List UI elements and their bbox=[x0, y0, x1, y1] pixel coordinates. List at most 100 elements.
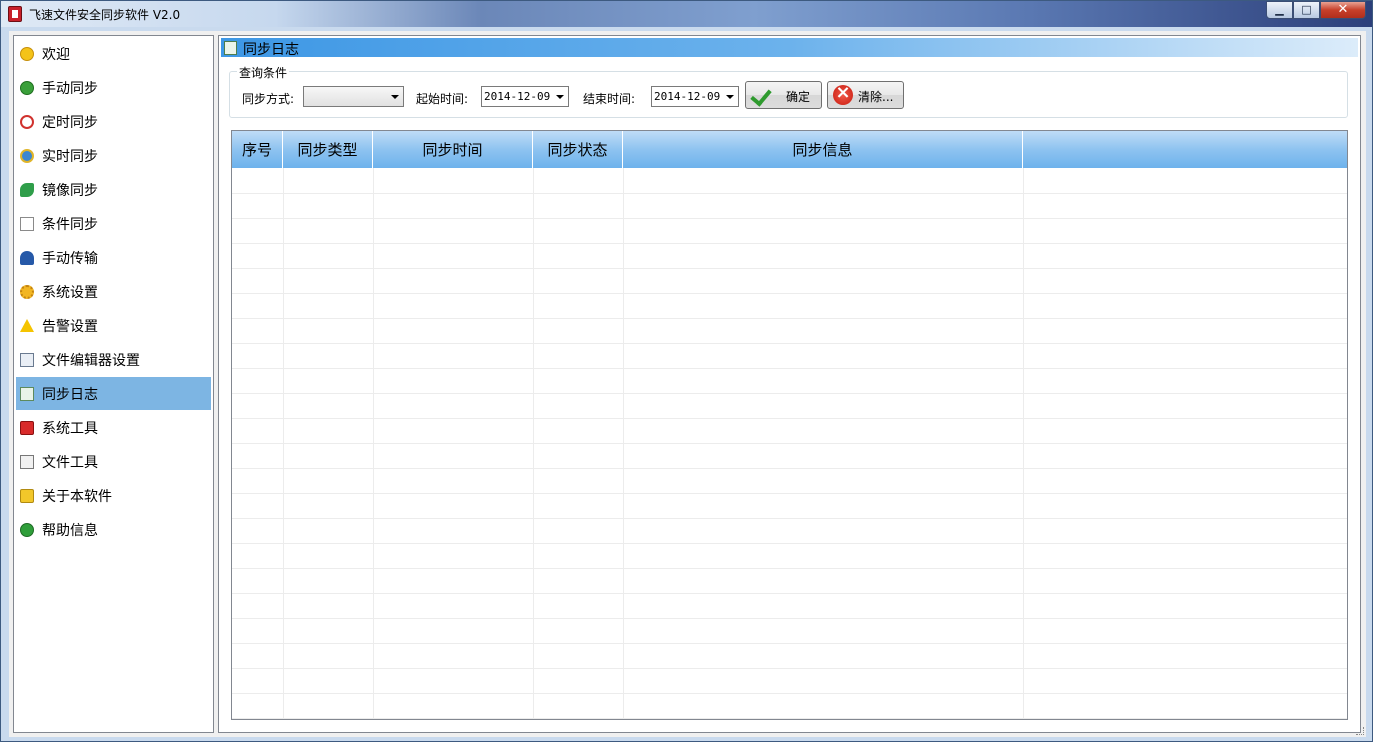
chevron-down-icon bbox=[556, 95, 564, 99]
sync-log-panel: 同步日志 查询条件 同步方式: 起始时间: 2014-12-09 结束时间: 2… bbox=[218, 35, 1361, 733]
maximize-icon: □ bbox=[1301, 3, 1312, 16]
sync-log-table[interactable]: 序号 同步类型 同步时间 同步状态 同步信息 bbox=[231, 130, 1348, 720]
table-row-line bbox=[232, 218, 1347, 219]
editor-icon bbox=[20, 352, 34, 367]
window-title: 飞速文件安全同步软件 V2.0 bbox=[29, 8, 181, 22]
table-row-line bbox=[232, 243, 1347, 244]
sidebar-item-system-settings[interactable]: 系统设置 bbox=[16, 275, 211, 308]
warning-icon bbox=[20, 319, 34, 332]
sidebar-item-label: 实时同步 bbox=[42, 148, 98, 165]
toolbox-icon bbox=[20, 420, 34, 435]
minimize-button[interactable]: ▁ bbox=[1266, 1, 1293, 19]
close-button[interactable]: ✕ bbox=[1320, 1, 1366, 19]
sidebar-item-label: 告警设置 bbox=[42, 318, 98, 335]
sidebar-item-manual-sync[interactable]: 手动同步 bbox=[16, 71, 211, 104]
sidebar-item-file-tools[interactable]: 文件工具 bbox=[16, 445, 211, 478]
maximize-button[interactable]: □ bbox=[1293, 1, 1320, 19]
sidebar-item-label: 帮助信息 bbox=[42, 522, 98, 539]
close-icon: ✕ bbox=[1337, 2, 1349, 17]
sidebar-item-scheduled-sync[interactable]: 定时同步 bbox=[16, 105, 211, 138]
column-header-time[interactable]: 同步时间 bbox=[373, 131, 533, 168]
sidebar-item-mirror-sync[interactable]: 镜像同步 bbox=[16, 173, 211, 206]
table-row-line bbox=[232, 518, 1347, 519]
sidebar-item-label: 系统设置 bbox=[42, 284, 98, 301]
table-row-line bbox=[232, 543, 1347, 544]
sidebar-item-label: 欢迎 bbox=[42, 46, 70, 63]
sidebar-item-manual-transfer[interactable]: 手动传输 bbox=[16, 241, 211, 274]
table-column-line bbox=[1023, 168, 1024, 719]
sidebar-item-label: 条件同步 bbox=[42, 216, 98, 233]
sidebar-item-label: 文件编辑器设置 bbox=[42, 352, 140, 369]
end-date-value: 2014-12-09 bbox=[654, 90, 721, 103]
table-column-line bbox=[283, 168, 284, 719]
sync-icon bbox=[20, 80, 34, 95]
sidebar-item-realtime-sync[interactable]: 实时同步 bbox=[16, 139, 211, 172]
confirm-button-label: 确定 bbox=[786, 90, 811, 104]
panel-title: 同步日志 bbox=[243, 42, 299, 58]
sidebar-item-welcome[interactable]: 欢迎 bbox=[16, 37, 211, 70]
start-date-picker[interactable]: 2014-12-09 bbox=[481, 86, 569, 107]
table-header: 序号 同步类型 同步时间 同步状态 同步信息 bbox=[232, 131, 1347, 168]
user-icon bbox=[20, 250, 34, 265]
sidebar-item-alarm-settings[interactable]: 告警设置 bbox=[16, 309, 211, 342]
sidebar-item-about[interactable]: 关于本软件 bbox=[16, 479, 211, 512]
end-time-label: 结束时间: bbox=[583, 92, 636, 106]
table-row-line bbox=[232, 368, 1347, 369]
table-row-line bbox=[232, 318, 1347, 319]
column-header-info[interactable]: 同步信息 bbox=[623, 131, 1023, 168]
resize-grip[interactable] bbox=[1356, 727, 1364, 735]
table-row-line bbox=[232, 693, 1347, 694]
sidebar-item-label: 关于本软件 bbox=[42, 488, 112, 505]
column-header-filler bbox=[1023, 131, 1347, 168]
table-row-line bbox=[232, 643, 1347, 644]
column-header-index[interactable]: 序号 bbox=[232, 131, 283, 168]
minimize-icon: ▁ bbox=[1275, 3, 1284, 16]
panel-header: 同步日志 bbox=[221, 38, 1358, 58]
table-row-line bbox=[232, 618, 1347, 619]
column-header-status[interactable]: 同步状态 bbox=[533, 131, 623, 168]
sidebar-item-sync-log[interactable]: 同步日志 bbox=[16, 377, 211, 410]
sidebar-item-help[interactable]: 帮助信息 bbox=[16, 513, 211, 546]
clear-button[interactable]: 清除... bbox=[827, 81, 904, 109]
sidebar-item-label: 手动同步 bbox=[42, 80, 98, 97]
sidebar-item-label: 系统工具 bbox=[42, 420, 98, 437]
column-header-type[interactable]: 同步类型 bbox=[283, 131, 373, 168]
sidebar-item-label: 文件工具 bbox=[42, 454, 98, 471]
table-row-line bbox=[232, 343, 1347, 344]
gear-icon bbox=[20, 284, 34, 299]
mirror-icon bbox=[20, 182, 34, 197]
realtime-clock-icon bbox=[20, 148, 34, 163]
clock-icon bbox=[20, 114, 34, 129]
confirm-button[interactable]: 确定 bbox=[745, 81, 822, 109]
sidebar: 欢迎 手动同步 定时同步 实时同步 镜像同步 条件同步 手动传输 系统设置 告警… bbox=[13, 35, 214, 733]
table-row-line bbox=[232, 268, 1347, 269]
sidebar-item-condition-sync[interactable]: 条件同步 bbox=[16, 207, 211, 240]
chevron-down-icon bbox=[726, 95, 734, 99]
condition-doc-icon bbox=[20, 216, 34, 231]
title-bar[interactable]: 飞速文件安全同步软件 V2.0 ▁ □ ✕ bbox=[1, 1, 1372, 27]
table-row-line bbox=[232, 493, 1347, 494]
checkmark-icon bbox=[751, 85, 773, 105]
table-row-line bbox=[232, 468, 1347, 469]
log-icon bbox=[20, 386, 34, 401]
table-row-line bbox=[232, 193, 1347, 194]
app-window: 飞速文件安全同步软件 V2.0 ▁ □ ✕ 欢迎 手动同步 定时同步 实时同步 … bbox=[0, 0, 1373, 742]
window-controls: ▁ □ ✕ bbox=[1266, 1, 1366, 19]
sidebar-item-editor-settings[interactable]: 文件编辑器设置 bbox=[16, 343, 211, 376]
client-area: 欢迎 手动同步 定时同步 实时同步 镜像同步 条件同步 手动传输 系统设置 告警… bbox=[9, 31, 1366, 737]
about-icon bbox=[20, 488, 34, 503]
table-row-line bbox=[232, 568, 1347, 569]
sidebar-item-system-tools[interactable]: 系统工具 bbox=[16, 411, 211, 444]
file-tool-icon bbox=[20, 454, 34, 469]
log-icon bbox=[224, 41, 237, 55]
sync-mode-select[interactable] bbox=[303, 86, 404, 107]
table-row-line bbox=[232, 418, 1347, 419]
table-row-line bbox=[232, 443, 1347, 444]
table-row-line bbox=[232, 593, 1347, 594]
sidebar-item-label: 手动传输 bbox=[42, 250, 98, 267]
chevron-down-icon bbox=[391, 95, 399, 99]
clear-x-icon bbox=[833, 82, 853, 105]
end-date-picker[interactable]: 2014-12-09 bbox=[651, 86, 739, 107]
sidebar-item-label: 定时同步 bbox=[42, 114, 98, 131]
app-logo-icon bbox=[8, 6, 22, 22]
